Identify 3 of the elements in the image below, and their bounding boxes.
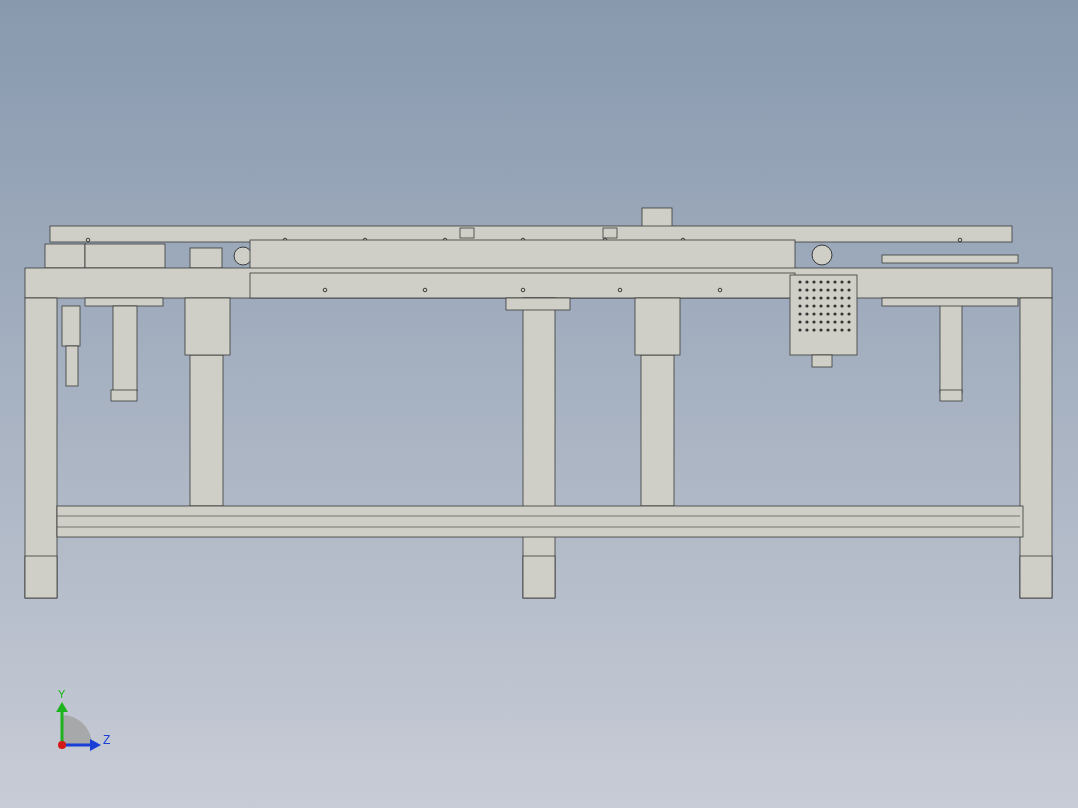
z-axis-label: Z (103, 733, 111, 747)
x-axis-dot-icon (58, 741, 66, 749)
y-axis-label: Y (58, 688, 66, 700)
